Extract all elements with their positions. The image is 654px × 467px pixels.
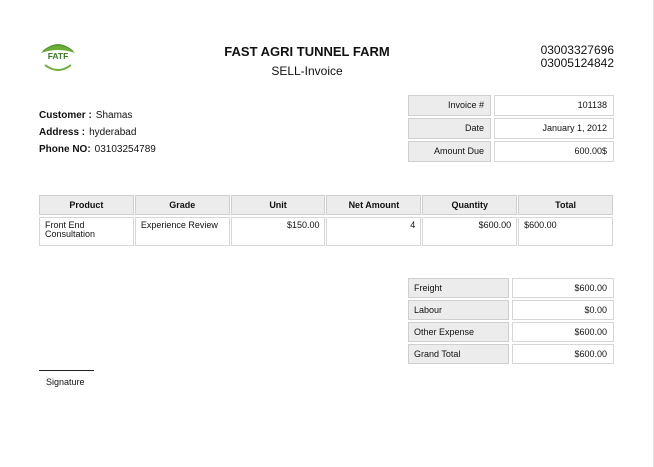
customer-name-value: Shamas	[95, 110, 133, 121]
cell-grade: Experience Review	[134, 217, 230, 246]
invoice-page: FATF FAST AGRI TUNNEL FARM SELL-Invoice …	[0, 0, 654, 467]
items-table: Product Grade Unit Net Amount Quantity T…	[39, 195, 614, 246]
header-total: Total	[518, 195, 613, 215]
customer-name-row: Customer : Shamas	[39, 107, 156, 124]
header-net-amount: Net Amount	[326, 195, 422, 215]
other-expense-row: Other Expense $600.00	[408, 322, 614, 342]
cell-product: Front End Consultation	[39, 217, 134, 246]
header-grade: Grade	[134, 195, 230, 215]
customer-address-label: Address :	[39, 127, 86, 138]
header-product: Product	[39, 195, 134, 215]
grand-total-label: Grand Total	[408, 344, 509, 364]
header-unit: Unit	[230, 195, 326, 215]
signature-label: Signature	[46, 377, 85, 387]
customer-phone-row: Phone NO: 03103254789	[39, 141, 156, 158]
totals-block: Freight $600.00 Labour $0.00 Other Expen…	[408, 278, 614, 366]
other-expense-label: Other Expense	[408, 322, 509, 342]
document-type: SELL-Invoice	[271, 64, 343, 78]
customer-details: Customer : Shamas Address : hyderabad Phon…	[39, 107, 156, 158]
customer-phone-label: Phone NO:	[39, 144, 91, 155]
items-table-header: Product Grade Unit Net Amount Quantity T…	[39, 195, 614, 215]
invoice-number-value: 101138	[494, 95, 614, 116]
invoice-meta: Invoice # 101138 Date January 1, 2012 Am…	[408, 95, 614, 164]
company-logo: FATF	[37, 37, 79, 79]
cell-quantity: $600.00	[422, 217, 518, 246]
header-quantity: Quantity	[422, 195, 518, 215]
freight-row: Freight $600.00	[408, 278, 614, 298]
company-name: FAST AGRI TUNNEL FARM	[224, 44, 390, 59]
amount-due-value: 600.00$	[494, 141, 614, 162]
freight-value: $600.00	[512, 278, 614, 298]
invoice-date-row: Date January 1, 2012	[408, 118, 614, 139]
grand-total-row: Grand Total $600.00	[408, 344, 614, 364]
customer-address-value: hyderabad	[89, 127, 137, 138]
invoice-number-label: Invoice #	[408, 95, 491, 116]
labour-label: Labour	[408, 300, 509, 320]
phone-number-2: 03005124842	[540, 56, 614, 70]
amount-due-label: Amount Due	[408, 141, 491, 162]
company-phones: 03003327696 03005124842	[541, 44, 614, 70]
customer-name-label: Customer :	[39, 110, 92, 121]
grand-total-value: $600.00	[512, 344, 614, 364]
signature-line	[39, 370, 94, 371]
cell-net-amount: 4	[326, 217, 422, 246]
labour-row: Labour $0.00	[408, 300, 614, 320]
freight-label: Freight	[408, 278, 509, 298]
invoice-number-row: Invoice # 101138	[408, 95, 614, 116]
amount-due-row: Amount Due 600.00$	[408, 141, 614, 162]
leaf-logo-icon: FATF	[38, 38, 78, 78]
invoice-date-value: January 1, 2012	[494, 118, 614, 139]
labour-value: $0.00	[512, 300, 614, 320]
customer-address-row: Address : hyderabad	[39, 124, 156, 141]
table-row: Front End Consultation Experience Review…	[39, 217, 614, 246]
other-expense-value: $600.00	[512, 322, 614, 342]
svg-text:FATF: FATF	[48, 51, 69, 61]
customer-phone-value: 03103254789	[94, 144, 156, 155]
cell-total: $600.00	[518, 217, 613, 246]
cell-unit: $150.00	[230, 217, 326, 246]
invoice-date-label: Date	[408, 118, 491, 139]
